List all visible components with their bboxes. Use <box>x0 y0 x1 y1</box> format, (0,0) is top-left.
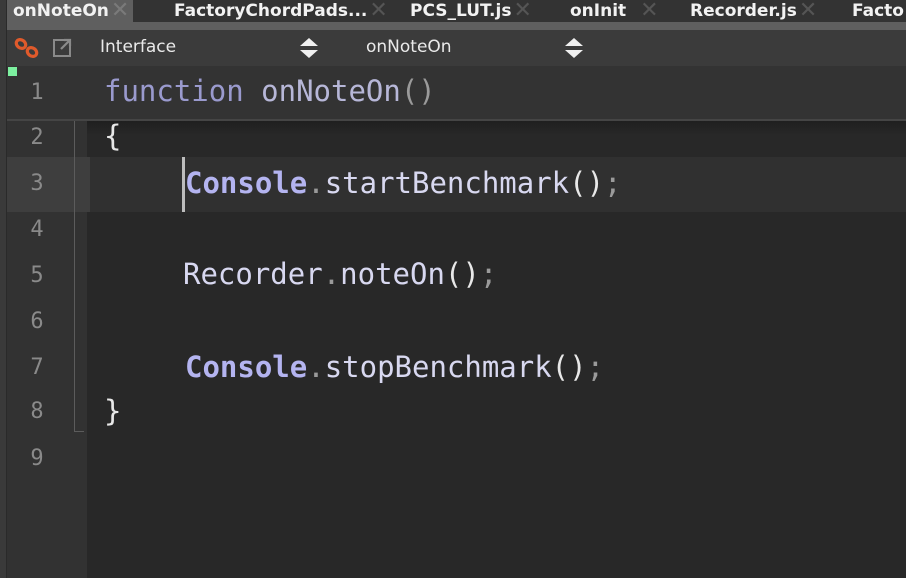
keyword-token: function <box>104 74 244 108</box>
tab-bar: onNoteOn ✕ FactoryChordPads... ✕ PCS_LUT.j… <box>7 0 906 22</box>
external-window-icon[interactable] <box>52 38 74 62</box>
paren-token: () <box>444 257 480 291</box>
line-number: 7 <box>30 355 44 380</box>
callback-selector[interactable]: onNoteOn <box>366 37 452 57</box>
code-line-2[interactable]: { <box>104 119 121 153</box>
dot-token: . <box>307 166 325 200</box>
close-icon[interactable]: ✕ <box>111 0 129 22</box>
close-icon[interactable]: ✕ <box>513 0 531 22</box>
line-number: 5 <box>30 263 44 288</box>
tab-oninit[interactable]: onInit ✕ <box>570 0 659 22</box>
tab-label: PCS_LUT.js <box>410 1 512 21</box>
tab-pcs-lut[interactable]: PCS_LUT.js ✕ <box>410 0 532 22</box>
callback-stepper-icon[interactable] <box>564 36 584 64</box>
tab-factorychordpads[interactable]: FactoryChordPads... ✕ <box>174 0 388 22</box>
dot-token: . <box>322 257 341 291</box>
line-number: 3 <box>30 171 44 196</box>
editor-toolbar: Interface onNoteOn <box>7 30 906 66</box>
semicolon-token: ; <box>479 257 498 291</box>
text-cursor <box>182 157 185 212</box>
method-token: startBenchmark <box>324 166 570 200</box>
line-number: 6 <box>30 309 44 334</box>
code-editor[interactable] <box>87 66 906 578</box>
namespace-stepper-icon[interactable] <box>299 36 319 64</box>
brace-token: } <box>104 394 122 428</box>
fold-guide-end <box>74 431 84 432</box>
line-number: 1 <box>30 80 44 105</box>
tab-label: onInit <box>570 1 627 21</box>
chain-link-icon[interactable] <box>13 37 41 63</box>
paren-token: () <box>551 350 587 384</box>
close-icon[interactable]: ✕ <box>640 0 658 22</box>
code-line-3[interactable]: Console.startBenchmark(); <box>185 166 622 200</box>
line-number: 4 <box>30 217 44 242</box>
fold-guide <box>74 121 75 432</box>
namespace-selector[interactable]: Interface <box>100 37 176 57</box>
change-marker <box>8 67 17 76</box>
header-shadow <box>87 121 906 135</box>
code-line-5[interactable]: Recorder.noteOn(); <box>183 257 497 291</box>
tab-label: onNoteOn <box>13 1 109 21</box>
dot-token: . <box>307 350 325 384</box>
code-line-1[interactable]: function onNoteOn() <box>104 74 436 108</box>
code-line-7[interactable]: Console.stopBenchmark(); <box>185 350 604 384</box>
close-icon[interactable]: ✕ <box>369 0 387 22</box>
tab-label: Recorder.js <box>690 1 797 21</box>
tab-label: Facto <box>852 1 904 21</box>
semicolon-token: ; <box>604 166 622 200</box>
tab-onnoteon[interactable]: onNoteOn ✕ <box>7 0 134 22</box>
function-name-token: onNoteOn <box>261 74 401 108</box>
line-number: 2 <box>30 125 44 150</box>
object-token: Console <box>185 350 308 384</box>
tab-facto[interactable]: Facto <box>852 0 904 22</box>
tab-label: FactoryChordPads... <box>174 1 368 21</box>
paren-token: () <box>400 74 436 108</box>
tab-strip <box>7 22 906 30</box>
code-line-8[interactable]: } <box>104 394 121 428</box>
tab-recorder[interactable]: Recorder.js ✕ <box>690 0 817 22</box>
object-token: Recorder <box>183 257 323 291</box>
line-number: 9 <box>30 446 44 471</box>
method-token: noteOn <box>340 257 445 291</box>
method-token: stopBenchmark <box>324 350 552 384</box>
close-icon[interactable]: ✕ <box>799 0 817 22</box>
semicolon-token: ; <box>586 350 605 384</box>
brace-token: { <box>104 119 122 153</box>
window-edge <box>0 0 7 578</box>
object-token: Console <box>185 166 308 200</box>
paren-token: () <box>569 166 605 200</box>
line-number: 8 <box>30 399 44 424</box>
